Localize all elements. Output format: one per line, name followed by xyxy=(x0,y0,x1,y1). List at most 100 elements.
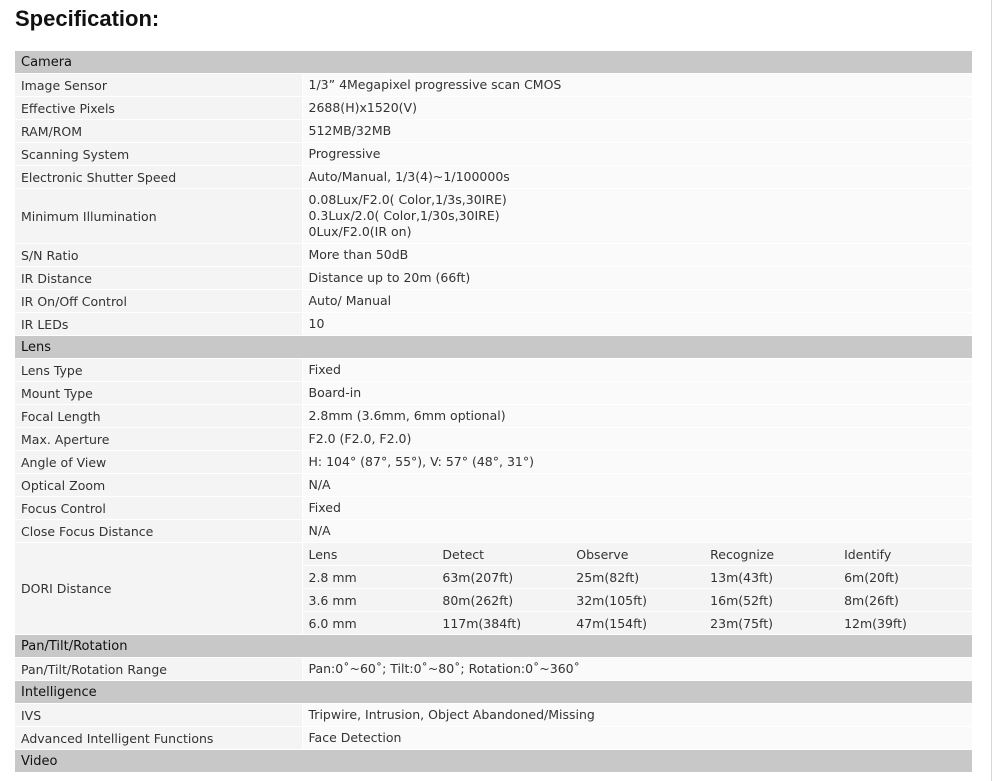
spec-value: 10 xyxy=(301,312,972,336)
dori-data-cell: 16m(52ft) xyxy=(704,588,839,612)
spec-row: Angle of View H: 104° (87°, 55°), V: 57° … xyxy=(15,450,972,474)
spec-row: IR Distance Distance up to 20m (66ft) xyxy=(15,266,972,290)
spec-label: Close Focus Distance xyxy=(15,519,302,543)
dori-header-row: Lens Detect Observe Recognize Identify xyxy=(303,543,972,566)
section-header-row: Intelligence xyxy=(15,680,972,704)
spec-label: Effective Pixels xyxy=(15,96,302,120)
spec-value: 512MB/32MB xyxy=(301,119,972,143)
spec-row: IR LEDs 10 xyxy=(15,312,972,336)
spec-value: Fixed xyxy=(301,358,972,382)
spec-value: F2.0 (F2.0, F2.0) xyxy=(301,427,972,451)
dori-data-cell: 6.0 mm xyxy=(303,611,437,634)
spec-value: N/A xyxy=(301,473,972,497)
spec-value: 2.8mm (3.6mm, 6mm optional) xyxy=(301,404,972,428)
spec-label: Image Sensor xyxy=(15,73,302,97)
spec-value-line: Progressive xyxy=(308,146,381,161)
dori-header-cell: Recognize xyxy=(704,543,839,566)
spec-value: Auto/ Manual xyxy=(301,289,972,313)
spec-value-line: F2.0 (F2.0, F2.0) xyxy=(308,431,412,446)
spec-value: Fixed xyxy=(301,496,972,520)
spec-value: Face Detection xyxy=(301,726,972,750)
spec-value: Distance up to 20m (66ft) xyxy=(301,266,972,290)
spec-value-line: 10 xyxy=(308,316,325,331)
spec-row: Pan/Tilt/Rotation Range Pan:0˚~60˚; Tilt:… xyxy=(15,657,972,681)
section-header-row: Lens xyxy=(15,335,972,359)
spec-value-line: Board-in xyxy=(308,385,362,400)
spec-value: H: 104° (87°, 55°), V: 57° (48°, 31°) xyxy=(301,450,972,474)
spec-label: Advanced Intelligent Functions xyxy=(15,726,302,750)
spec-label: IR On/Off Control xyxy=(15,289,302,313)
dori-data-cell: 80m(262ft) xyxy=(436,588,571,612)
spec-value-line: N/A xyxy=(308,477,331,492)
spec-value-line: Face Detection xyxy=(308,730,402,745)
page-title: Specification: xyxy=(15,6,160,31)
dori-data-cell: 25m(82ft) xyxy=(570,565,705,589)
spec-row: Advanced Intelligent Functions Face Detec… xyxy=(15,726,972,750)
spec-value: Auto/Manual, 1/3(4)~1/100000s xyxy=(301,165,972,189)
dori-data-cell: 23m(75ft) xyxy=(704,611,839,634)
spec-label: IVS xyxy=(15,703,302,727)
spec-value: N/A xyxy=(301,519,972,543)
section-title: Pan/Tilt/Rotation xyxy=(15,634,972,658)
spec-row: Image Sensor 1/3” 4Megapixel progressive … xyxy=(15,73,972,97)
spec-value: Pan:0˚~60˚; Tilt:0˚~80˚; Rotation:0˚~360… xyxy=(301,657,972,681)
spec-label: RAM/ROM xyxy=(15,119,302,143)
dori-data-cell: 2.8 mm xyxy=(303,565,437,589)
spec-value-line: 0.3Lux/2.0( Color,1/30s,30IRE) xyxy=(308,208,500,223)
spec-row: Optical Zoom N/A xyxy=(15,473,972,497)
spec-row: S/N Ratio More than 50dB xyxy=(15,243,972,267)
dori-data-cell: 3.6 mm xyxy=(303,588,437,612)
dori-data-cell: 13m(43ft) xyxy=(704,565,839,589)
spec-row: Minimum Illumination 0.08Lux/F2.0( Color,… xyxy=(15,188,972,244)
spec-row: Close Focus Distance N/A xyxy=(15,519,972,543)
spec-label: Angle of View xyxy=(15,450,302,474)
spec-label: Max. Aperture xyxy=(15,427,302,451)
spec-label: Electronic Shutter Speed xyxy=(15,165,302,189)
dori-header-cell: Identify xyxy=(838,543,972,566)
section-header-row: Camera xyxy=(15,51,972,74)
spec-value: Tripwire, Intrusion, Object Abandoned/Mi… xyxy=(301,703,972,727)
spec-row: IVS Tripwire, Intrusion, Object Abandoned… xyxy=(15,703,972,727)
dori-data-cell: 63m(207ft) xyxy=(436,565,571,589)
dori-data-row: 6.0 mm 117m(384ft) 47m(154ft) 23m(75ft) 12m(… xyxy=(303,611,972,634)
section-title: Lens xyxy=(15,335,972,359)
spec-value: More than 50dB xyxy=(301,243,972,267)
section-title: Camera xyxy=(15,51,972,74)
spec-value-line: Auto/ Manual xyxy=(308,293,392,308)
section-title: Intelligence xyxy=(15,680,972,704)
spec-row: Focal Length 2.8mm (3.6mm, 6mm optional) xyxy=(15,404,972,428)
spec-row: DORI Distance Lens Detect Observe Recognize I… xyxy=(15,542,972,635)
spec-value-line: Pan:0˚~60˚; Tilt:0˚~80˚; Rotation:0˚~360… xyxy=(308,661,580,676)
page-right-border xyxy=(991,0,992,781)
spec-value-line: Tripwire, Intrusion, Object Abandoned/Mi… xyxy=(308,707,595,722)
dori-data-cell: 117m(384ft) xyxy=(436,611,571,634)
spec-value-line: Fixed xyxy=(308,500,341,515)
spec-label: Pan/Tilt/Rotation Range xyxy=(15,657,302,681)
spec-label: Mount Type xyxy=(15,381,302,405)
spec-value-line: N/A xyxy=(308,523,331,538)
spec-value-line: 2.8mm (3.6mm, 6mm optional) xyxy=(308,408,506,423)
spec-label: Lens Type xyxy=(15,358,302,382)
spec-value: 2688(H)x1520(V) xyxy=(301,96,972,120)
spec-label: Focal Length xyxy=(15,404,302,428)
spec-label: IR LEDs xyxy=(15,312,302,336)
dori-data-row: 3.6 mm 80m(262ft) 32m(105ft) 16m(52ft) 8m(26… xyxy=(303,588,972,612)
spec-value: 1/3” 4Megapixel progressive scan CMOS xyxy=(301,73,972,97)
spec-row: Lens Type Fixed xyxy=(15,358,972,382)
spec-value-line: 0.08Lux/F2.0( Color,1/3s,30IRE) xyxy=(308,192,507,207)
spec-value-line: H: 104° (87°, 55°), V: 57° (48°, 31°) xyxy=(308,454,534,469)
specification-table: Camera Image Sensor 1/3” 4Megapixel progre… xyxy=(15,51,972,773)
dori-data-cell: 12m(39ft) xyxy=(838,611,972,634)
spec-label: Scanning System xyxy=(15,142,302,166)
dori-distance-table: Lens Detect Observe Recognize Identify 2.8 mm… xyxy=(303,543,972,634)
spec-value: Board-in xyxy=(301,381,972,405)
spec-value-line: More than 50dB xyxy=(308,247,409,262)
spec-value-line: 2688(H)x1520(V) xyxy=(308,100,417,115)
dori-data-cell: 8m(26ft) xyxy=(838,588,972,612)
spec-row: Max. Aperture F2.0 (F2.0, F2.0) xyxy=(15,427,972,451)
spec-row: Scanning System Progressive xyxy=(15,142,972,166)
spec-label: Minimum Illumination xyxy=(15,188,302,244)
dori-data-cell: 32m(105ft) xyxy=(570,588,705,612)
section-header-row: Video xyxy=(15,749,972,773)
spec-label: DORI Distance xyxy=(15,542,302,635)
